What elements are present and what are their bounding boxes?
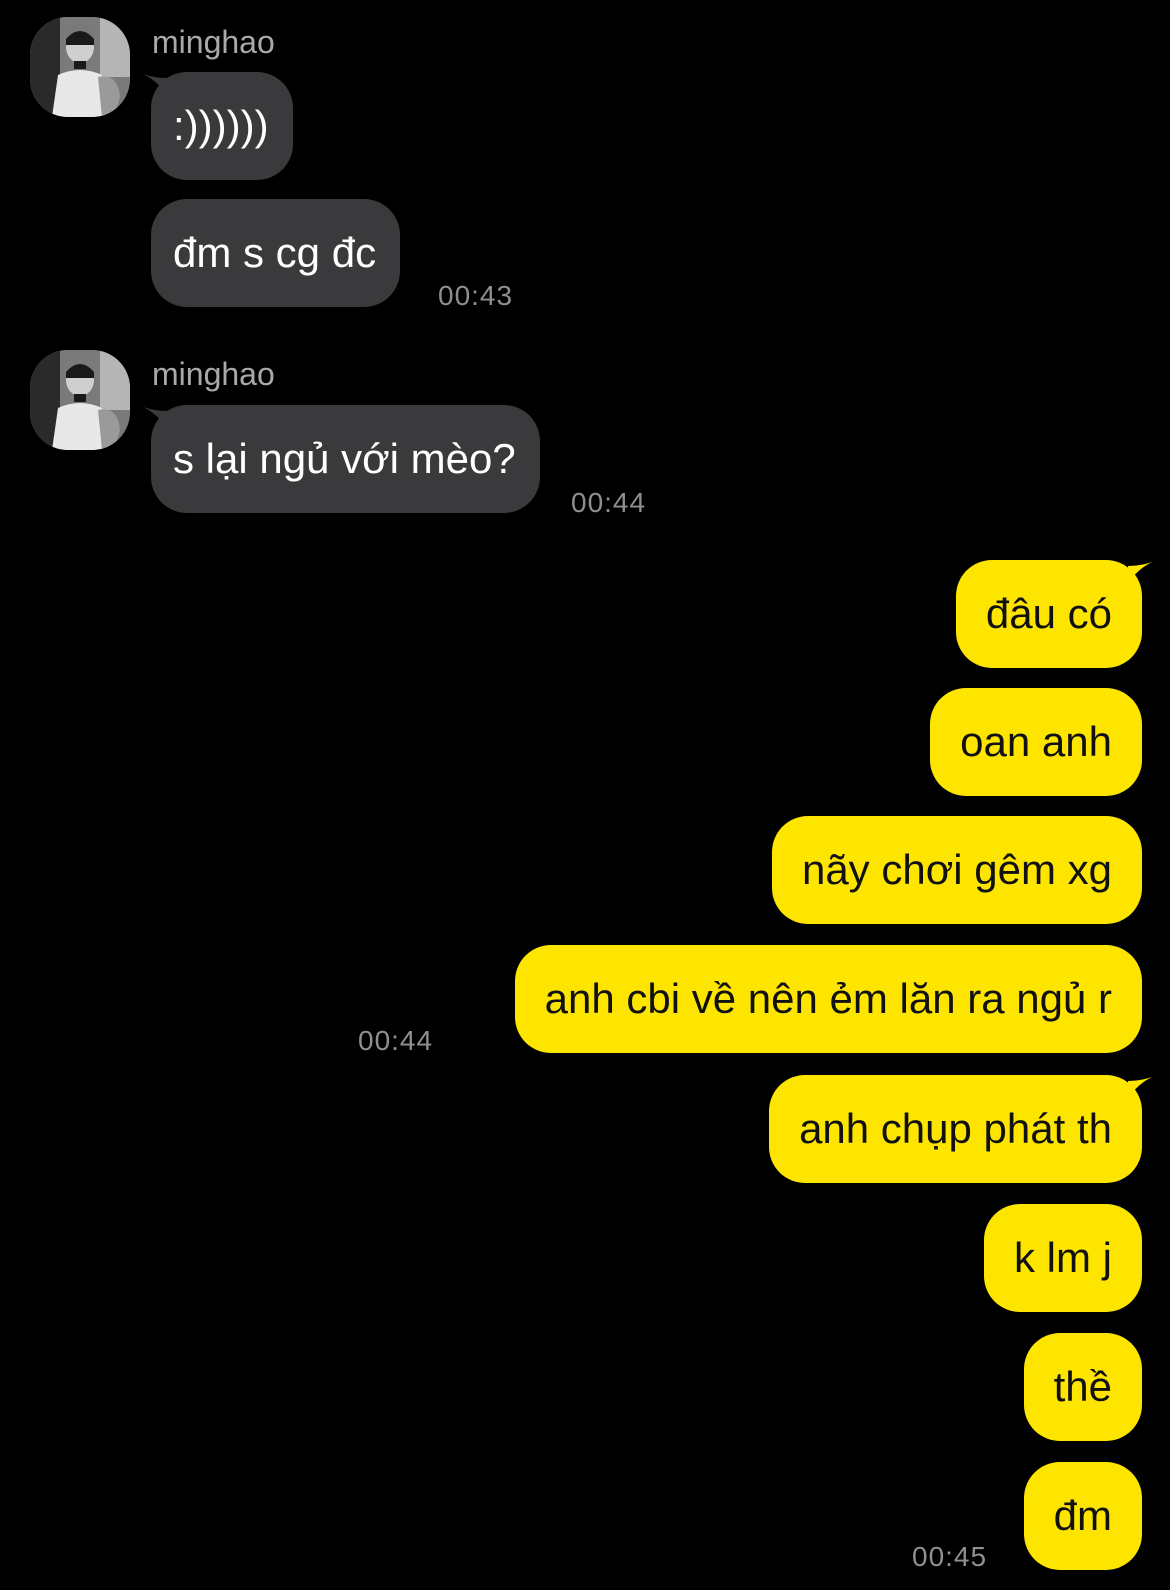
message-timestamp: 00:44	[358, 1025, 434, 1056]
sender-name: minghao	[152, 24, 275, 60]
incoming-message-bubble[interactable]: :))))))	[151, 72, 293, 180]
message-timestamp: 00:45	[912, 1541, 988, 1572]
outgoing-message-bubble[interactable]: thề	[1023, 1333, 1142, 1441]
avatar-photo-icon	[30, 17, 130, 117]
outgoing-message-bubble[interactable]: đm	[1023, 1462, 1142, 1570]
outgoing-message-bubble[interactable]: k lm j	[984, 1204, 1142, 1312]
incoming-message-bubble[interactable]: s lại ngủ với mèo?	[151, 405, 540, 513]
outgoing-message-bubble[interactable]: anh cbi về nên ẻm lăn ra ngủ r	[514, 945, 1142, 1053]
message-timestamp: 00:44	[571, 487, 647, 518]
message-timestamp: 00:43	[438, 280, 514, 311]
outgoing-message-bubble[interactable]: đâu có	[955, 560, 1142, 668]
outgoing-message-bubble[interactable]: oan anh	[930, 688, 1142, 796]
chat-message-list[interactable]: minghao :)))))) đm s cg đc 00:43 minghao…	[0, 0, 1170, 1590]
outgoing-message-bubble[interactable]: anh chụp phát th	[769, 1075, 1142, 1183]
avatar-photo-icon	[30, 350, 130, 450]
sender-name: minghao	[152, 356, 275, 392]
sender-avatar[interactable]	[30, 17, 130, 117]
incoming-message-bubble[interactable]: đm s cg đc	[151, 199, 401, 307]
outgoing-message-bubble[interactable]: nãy chơi gêm xg	[771, 816, 1142, 924]
sender-avatar[interactable]	[30, 350, 130, 450]
